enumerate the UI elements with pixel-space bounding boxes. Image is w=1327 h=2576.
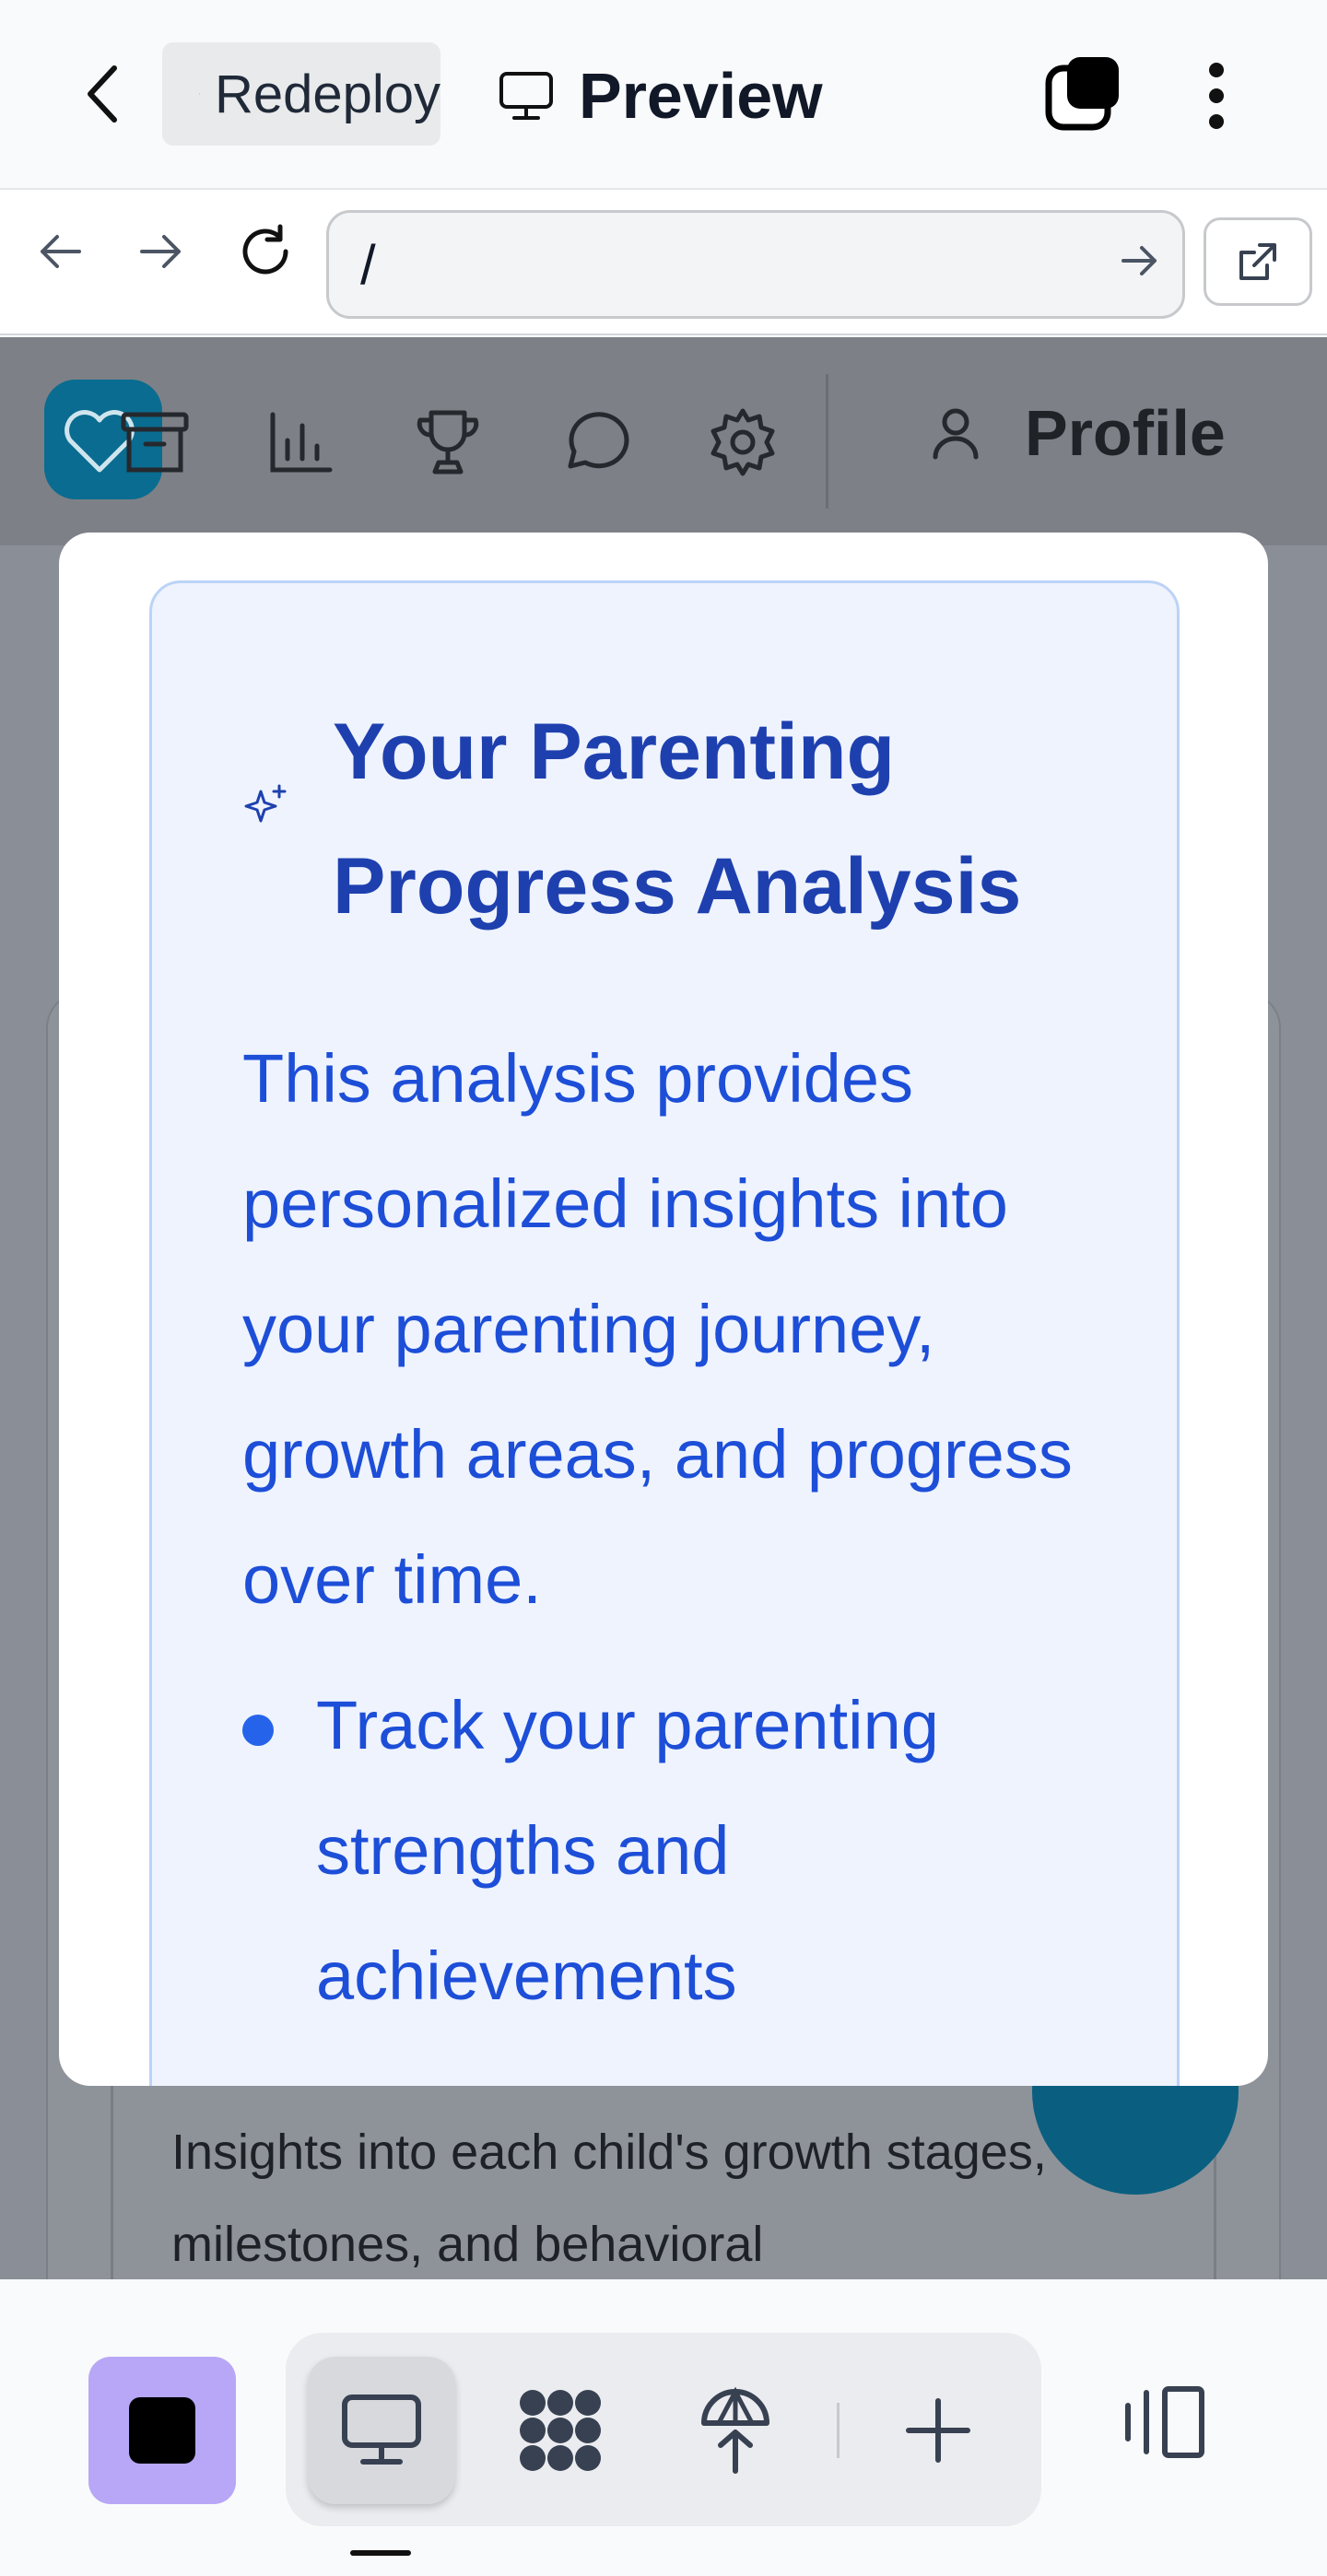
browser-bar: / (0, 192, 1327, 335)
monitor-icon (342, 2395, 421, 2465)
project-chip[interactable]: Redeploy (162, 42, 440, 146)
app-bar: Redeploy Preview (0, 0, 1327, 190)
sparkles-icon (244, 784, 287, 823)
deploy-view-button[interactable] (662, 2357, 809, 2504)
analysis-info-card: Your Parenting Progress Analysis This an… (149, 580, 1180, 2086)
preview-view-button[interactable] (308, 2357, 455, 2504)
external-link-icon (1239, 243, 1276, 280)
reload-button[interactable] (234, 219, 299, 284)
kebab-dot (1209, 88, 1224, 103)
trophy-icon[interactable] (411, 405, 485, 479)
analysis-bullet: Track your parenting strengths and achie… (316, 1687, 939, 2014)
plus-icon (906, 2398, 970, 2463)
bullet-dot (242, 1715, 274, 1746)
tabs-icon (1045, 57, 1119, 131)
bottom-toolbar (0, 2279, 1327, 2576)
kebab-dot (1209, 114, 1224, 129)
project-chip-label: Redeploy (214, 64, 440, 124)
stop-button[interactable] (88, 2357, 236, 2504)
deploy-icon (199, 93, 200, 95)
home-indicator (350, 2550, 411, 2556)
view-tool-group (286, 2333, 1041, 2526)
panel-layout-icon (1125, 2386, 1204, 2458)
more-menu-button[interactable] (1189, 52, 1244, 140)
profile-label: Profile (1025, 397, 1226, 469)
browser-forward-button[interactable] (129, 219, 194, 284)
background-card-text: Insights into each child's growth stages… (171, 2125, 1047, 2272)
preview-label: Preview (579, 60, 823, 132)
arrow-right-icon (140, 235, 181, 268)
archive-icon[interactable] (118, 405, 192, 479)
back-button[interactable] (74, 61, 133, 127)
deploy-icon (701, 2386, 769, 2474)
bar-chart-icon[interactable] (264, 405, 337, 479)
url-text: / (360, 233, 376, 296)
settings-gear-icon[interactable] (706, 405, 780, 479)
agents-view-button[interactable] (487, 2357, 634, 2504)
url-input[interactable]: / (326, 210, 1185, 319)
analysis-title: Your Parenting Progress Analysis (333, 708, 1022, 931)
user-icon (933, 408, 979, 460)
open-external-button[interactable] (1204, 217, 1312, 306)
analysis-description: This analysis provides personalized insi… (242, 1040, 1073, 1618)
browser-back-button[interactable] (28, 219, 92, 284)
profile-link[interactable]: Profile (931, 396, 1226, 470)
add-button[interactable] (864, 2357, 1012, 2504)
toolbar-separator (837, 2403, 840, 2458)
go-arrow-icon[interactable] (1120, 242, 1160, 279)
preview-tab[interactable]: Preview (498, 52, 823, 140)
nav-divider (826, 374, 828, 509)
analysis-modal: Your Parenting Progress Analysis This an… (59, 533, 1268, 2086)
chat-icon[interactable] (558, 405, 632, 479)
layout-toggle-button[interactable] (1119, 2371, 1211, 2473)
app-navigation: Profile (0, 337, 1327, 545)
kebab-dot (1209, 63, 1224, 77)
reload-icon (242, 224, 288, 275)
chevron-left-icon (88, 65, 117, 123)
stop-square-icon (129, 2397, 195, 2464)
monitor-icon (499, 72, 553, 120)
tabs-button[interactable] (1045, 53, 1122, 135)
arrow-left-icon (41, 235, 81, 268)
nodes-icon (520, 2390, 601, 2471)
